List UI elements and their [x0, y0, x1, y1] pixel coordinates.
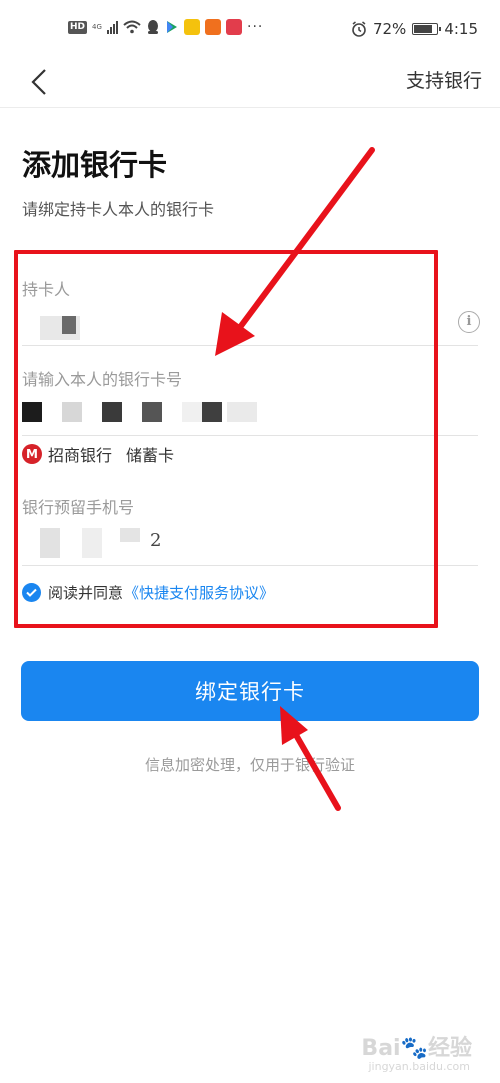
- hd-badge: HD: [68, 20, 88, 34]
- status-left: HD 4G ···: [68, 19, 263, 35]
- info-icon[interactable]: i: [458, 311, 480, 333]
- app-red-icon: [226, 19, 243, 35]
- clock: 4:15: [444, 20, 478, 38]
- page-subtitle: 请绑定持卡人本人的银行卡: [22, 200, 215, 219]
- paw-icon: 🐾: [400, 1036, 428, 1061]
- watermark-brand: Bai: [361, 1036, 401, 1061]
- watermark-url: jingyan.baidu.com: [368, 1060, 470, 1073]
- qq-icon: [148, 20, 159, 34]
- signal-icon: [107, 20, 119, 34]
- bind-card-button[interactable]: 绑定银行卡: [21, 661, 479, 721]
- nav-bar: 支持银行: [0, 56, 500, 108]
- watermark-brand-cn: 经验: [427, 1036, 472, 1061]
- chevron-left-icon: [31, 69, 46, 95]
- security-hint: 信息加密处理，仅用于银行验证: [144, 756, 355, 774]
- play-icon: [167, 21, 178, 33]
- baidu-watermark-logo: Bai🐾经验: [361, 1030, 472, 1062]
- status-right: 72% 4:15: [351, 20, 478, 38]
- alarm-icon: [352, 21, 366, 37]
- app-yellow-icon: [184, 19, 201, 35]
- annotation-highlight-box: [14, 250, 438, 628]
- more-notifications-icon: ···: [247, 19, 264, 35]
- wifi-icon: [123, 20, 141, 34]
- network-type: 4G: [92, 22, 102, 31]
- battery-percent: 72%: [372, 20, 407, 38]
- supported-banks-link[interactable]: 支持银行: [406, 66, 482, 93]
- page-title: 添加银行卡: [22, 148, 168, 182]
- back-button[interactable]: [20, 62, 60, 102]
- battery-icon: [412, 23, 442, 35]
- status-bar: HD 4G ··· 72% 4:15: [0, 0, 500, 56]
- app-orange-icon: [205, 19, 222, 35]
- battery-fill: [414, 25, 432, 33]
